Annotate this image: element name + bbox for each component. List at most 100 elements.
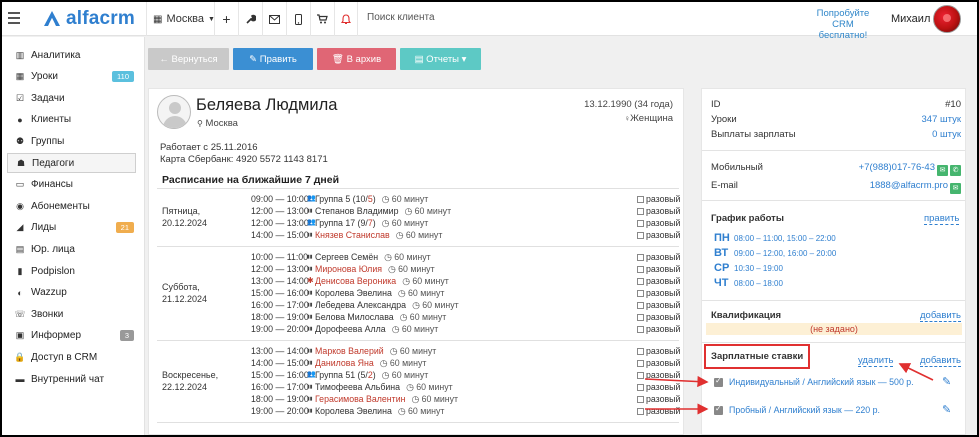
menu-icon[interactable] (8, 12, 20, 24)
call-icon[interactable]: ✆ (950, 165, 961, 176)
work-hours: 09:00 – 12:00, 16:00 – 20:00 (734, 249, 837, 258)
checkbox-checked-icon[interactable] (714, 404, 723, 415)
reports-button[interactable]: ▤ Отчеты ▾ (400, 48, 481, 70)
mail-icon[interactable] (262, 2, 286, 36)
lesson-row[interactable]: 12:00 — 13:00 ▮▮ Миронова Юлия ◷ 60 минут ра… (157, 263, 680, 275)
edit-button[interactable]: ✎ Править (233, 48, 313, 70)
lesson-row[interactable]: 13:00 — 14:00 ✱ Денисова Вероника ◷ 60 мину… (157, 275, 680, 287)
building-icon: ▤ (15, 243, 25, 254)
lesson-time: 18:00 — 19:00 (251, 312, 309, 322)
lesson-name[interactable]: Князев Станислав ◷ 60 минут (315, 229, 442, 241)
duration-text: 60 минут (422, 300, 459, 310)
lesson-name[interactable]: Денисова Вероника ◷ 60 минут (315, 275, 449, 287)
sidebar-item[interactable]: ▭ Финансы (7, 175, 136, 195)
repeat-flag: разовый (637, 205, 680, 217)
sms-icon[interactable]: ✉ (937, 165, 948, 176)
rate-item[interactable]: Пробный / Английский язык — 220 р. (714, 404, 880, 415)
lesson-row[interactable]: 10:00 — 11:00 ▮▮ Сергеев Семён ◷ 60 минут ра… (157, 251, 680, 263)
edit-schedule-link[interactable]: править (924, 213, 960, 225)
sidebar-item[interactable]: ▬ Внутренний чат (7, 369, 136, 389)
lesson-name[interactable]: Группа 17 (9/7) ◷ 60 минут (315, 217, 428, 229)
rate-item[interactable]: Индивидуальный / Английский язык — 500 р… (714, 376, 914, 387)
bell-icon[interactable] (334, 2, 358, 36)
lesson-row[interactable]: 15:00 — 16:00 👥 Группа 51 (5/2) ◷ 60 минут р… (157, 369, 680, 381)
sidebar-item[interactable]: ☏ Звонки (7, 304, 136, 324)
teacher-card: Беляева Людмила ⚲ Москва 13.12.1990 (34 … (148, 88, 684, 435)
lesson-name[interactable]: Сергеев Семён ◷ 60 минут (315, 251, 431, 263)
lesson-name[interactable]: Королева Эвелина ◷ 60 минут (315, 287, 444, 299)
avatar[interactable] (933, 5, 961, 33)
lesson-name[interactable]: Степанов Владимир ◷ 60 минут (315, 205, 451, 217)
logo[interactable]: alfacrm (42, 8, 135, 29)
lesson-row[interactable]: 19:00 — 20:00 ▮▮ Дорофеева Алла ◷ 60 минут р… (157, 323, 680, 335)
sidebar-item[interactable]: ● Клиенты (7, 110, 136, 130)
back-button[interactable]: ← Вернуться (148, 48, 229, 70)
sidebar-item[interactable]: ◉ Абонементы (7, 196, 136, 216)
lesson-row[interactable]: 18:00 — 19:00 ▮▮ Герасимова Валентин ◷ 60 м… (157, 393, 680, 405)
repeat-flag: разовый (637, 263, 680, 275)
lesson-row[interactable]: 12:00 — 13:00 ▮▮ Степанов Владимир ◷ 60 мин… (157, 205, 680, 217)
sidebar-item[interactable]: ☑ Задачи (7, 88, 136, 108)
promo-link[interactable]: Попробуйте CRM бесплатно! (808, 8, 878, 41)
lesson-row[interactable]: 19:00 — 20:00 ▮▮ Королева Эвелина ◷ 60 мину… (157, 405, 680, 417)
lesson-row[interactable]: 15:00 — 16:00 ▮▮ Королева Эвелина ◷ 60 мину… (157, 287, 680, 299)
checkbox-icon (637, 254, 644, 261)
lesson-name[interactable]: Лебедева Александра ◷ 60 минут (315, 299, 459, 311)
lesson-row[interactable]: 16:00 — 17:00 ▮▮ Лебедева Александра ◷ 60 м… (157, 299, 680, 311)
archive-button[interactable]: 🗑 В архив (317, 48, 396, 70)
sidebar-item[interactable]: ▣ Информер 3 (7, 326, 136, 346)
wrench-icon[interactable] (238, 2, 262, 36)
lesson-name[interactable]: Группа 5 (10/5) ◷ 60 минут (315, 193, 428, 205)
lesson-name[interactable]: Тимофеева Альбина ◷ 60 минут (315, 381, 453, 393)
lesson-row[interactable]: 13:00 — 14:00 ▮▮ Марков Валерий ◷ 60 минут р… (157, 345, 680, 357)
lesson-row[interactable]: 12:00 — 13:00 👥 Группа 17 (9/7) ◷ 60 минут р… (157, 217, 680, 229)
lesson-name[interactable]: Белова Милослава ◷ 60 минут (315, 311, 446, 323)
clock-icon: ◷ (404, 206, 415, 216)
phone-icon[interactable] (286, 2, 310, 36)
sidebar-item[interactable]: 🔒 Доступ в CRM (7, 347, 136, 367)
lessons-link[interactable]: 347 штук (922, 114, 961, 125)
lesson-name[interactable]: Королева Эвелина ◷ 60 минут (315, 405, 444, 417)
lesson-name[interactable]: Дорофеева Алла ◷ 60 минут (315, 323, 438, 335)
plus-icon[interactable]: + (214, 2, 238, 36)
sidebar-item[interactable]: ▮ Podpislon (7, 261, 136, 281)
delete-rate-link[interactable]: удалить (858, 355, 894, 367)
sidebar-item[interactable]: ⚉ Группы (7, 131, 136, 151)
works-since: Работает с 25.11.2016 (160, 142, 258, 153)
search-input[interactable]: Поиск клиента (367, 12, 435, 23)
chat-icon: ◐ (17, 287, 23, 298)
sidebar-item[interactable]: ☗ Педагоги (7, 153, 136, 173)
sidebar-item[interactable]: ▦ Уроки 110 (7, 67, 136, 87)
lesson-duration: ◷ 60 минут (406, 382, 453, 392)
cart-icon[interactable] (310, 2, 334, 36)
lesson-name[interactable]: Герасимова Валентин ◷ 60 минут (315, 393, 458, 405)
add-rate-link[interactable]: добавить (920, 355, 961, 367)
mobile-link[interactable]: +7(988)017-76-43 (859, 162, 935, 173)
sidebar-item[interactable]: ◐ Wazzup (7, 283, 136, 303)
payouts-link[interactable]: 0 штук (932, 129, 961, 140)
checkbox-checked-icon[interactable] (714, 376, 723, 387)
branch-select[interactable]: ▦ Москва ▼ (146, 2, 215, 36)
sidebar-item[interactable]: ▥ Аналитика (7, 45, 136, 65)
lesson-row[interactable]: 14:00 — 15:00 ▮▮ Князев Станислав ◷ 60 мину… (157, 229, 680, 241)
lesson-name[interactable]: Марков Валерий ◷ 60 минут (315, 345, 436, 357)
sidebar-item-label: Внутренний чат (31, 373, 105, 385)
lesson-row[interactable]: 16:00 — 17:00 ▮▮ Тимофеева Альбина ◷ 60 мин… (157, 381, 680, 393)
lesson-row[interactable]: 14:00 — 15:00 ▮▮ Данилова Яна ◷ 60 минут раз… (157, 357, 680, 369)
sidebar-item[interactable]: ◢ Лиды 21 (7, 218, 136, 238)
email-link[interactable]: 1888@alfacrm.pro (870, 180, 948, 191)
lesson-name[interactable]: Миронова Юлия ◷ 60 минут (315, 263, 435, 275)
email-icon[interactable]: ✉ (950, 183, 961, 194)
top-bar: alfacrm ▦ Москва ▼ + Поиск клиента Попро… (2, 2, 977, 41)
lesson-name[interactable]: Группа 51 (5/2) ◷ 60 минут (315, 369, 428, 381)
sidebar-item[interactable]: ▤ Юр. лица (7, 239, 136, 259)
user-name[interactable]: Михаил (891, 13, 930, 25)
pencil-icon[interactable]: ✎ (942, 403, 951, 416)
lesson-row[interactable]: 09:00 — 10:00 👥 Группа 5 (10/5) ◷ 60 минут р… (157, 193, 680, 205)
lesson-row[interactable]: 18:00 — 19:00 ▮▮ Белова Милослава ◷ 60 мину… (157, 311, 680, 323)
pencil-icon[interactable]: ✎ (942, 375, 951, 388)
payouts-row: Выплаты зарплаты 0 штук (711, 129, 961, 140)
clock-icon: ◷ (412, 300, 423, 310)
add-qualification-link[interactable]: добавить (920, 310, 961, 322)
lesson-name[interactable]: Данилова Яна ◷ 60 минут (315, 357, 426, 369)
